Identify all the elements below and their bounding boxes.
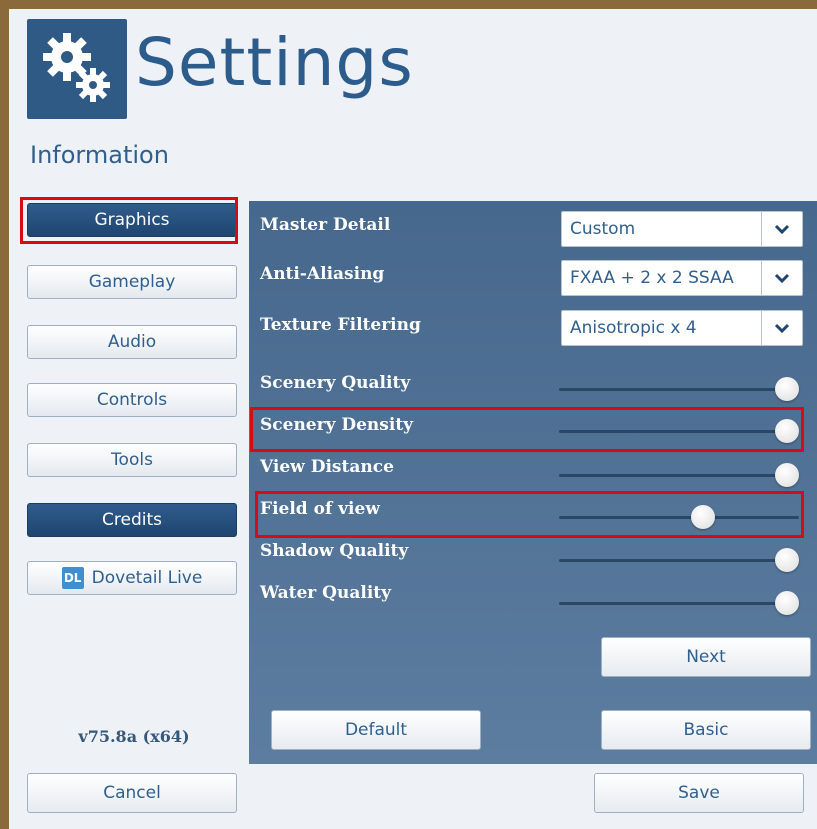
chevron-down-icon[interactable] — [761, 212, 802, 246]
sidebar-item-graphics[interactable]: Graphics — [27, 203, 237, 237]
field-of-view-slider[interactable] — [559, 505, 799, 529]
slider-track — [559, 430, 799, 433]
master-detail-select[interactable]: Custom — [561, 211, 803, 247]
sidebar-item-credits[interactable]: Credits — [27, 503, 237, 537]
page-title: Settings — [135, 24, 414, 101]
sidebar-item-label: Graphics — [94, 210, 170, 230]
texture-filtering-value: Anisotropic x 4 — [570, 318, 697, 338]
sidebar-item-controls[interactable]: Controls — [27, 383, 237, 417]
next-button[interactable]: Next — [601, 637, 811, 677]
cancel-button[interactable]: Cancel — [27, 773, 237, 813]
slider-thumb[interactable] — [775, 377, 799, 401]
slider-track — [559, 602, 799, 605]
sidebar-item-label: Tools — [111, 450, 153, 470]
anti-aliasing-value: FXAA + 2 x 2 SSAA — [570, 268, 734, 288]
basic-button[interactable]: Basic — [601, 710, 811, 750]
slider-thumb[interactable] — [775, 591, 799, 615]
water-quality-slider[interactable] — [559, 591, 799, 615]
sidebar-item-gameplay[interactable]: Gameplay — [27, 265, 237, 299]
sidebar-item-tools[interactable]: Tools — [27, 443, 237, 477]
dovetail-live-icon: DL — [61, 567, 84, 589]
slider-thumb[interactable] — [775, 419, 799, 443]
slider-track — [559, 474, 799, 477]
chevron-down-icon[interactable] — [761, 311, 802, 345]
sidebar-item-label: Audio — [107, 332, 157, 352]
default-button[interactable]: Default — [271, 710, 481, 750]
settings-window: Settings Information Graphics Gameplay A… — [9, 9, 817, 829]
texture-filtering-select[interactable]: Anisotropic x 4 — [561, 310, 803, 346]
texture-filtering-label: Texture Filtering — [260, 315, 421, 335]
section-subtitle: Information — [30, 141, 169, 169]
sidebar-item-label: Credits — [102, 510, 162, 530]
shadow-quality-slider[interactable] — [559, 548, 799, 572]
version-label: v75.8a (x64) — [78, 727, 190, 746]
graphics-options-panel: Master Detail Custom Anti-Aliasing FXAA … — [249, 201, 817, 764]
sidebar-item-audio[interactable]: Audio — [27, 325, 237, 359]
anti-aliasing-select[interactable]: FXAA + 2 x 2 SSAA — [561, 260, 803, 296]
chevron-down-icon[interactable] — [761, 261, 802, 295]
sidebar-item-label: Gameplay — [88, 272, 176, 292]
sidebar-item-label: Dovetail Live — [91, 568, 203, 588]
scenery-quality-label: Scenery Quality — [260, 373, 411, 393]
anti-aliasing-label: Anti-Aliasing — [260, 264, 385, 284]
master-detail-value: Custom — [570, 219, 636, 239]
scenery-quality-slider[interactable] — [559, 377, 799, 401]
slider-thumb[interactable] — [775, 548, 799, 572]
water-quality-label: Water Quality — [260, 583, 392, 603]
slider-track — [559, 516, 799, 519]
sidebar-item-dovetail-live[interactable]: DL Dovetail Live — [27, 561, 237, 595]
field-of-view-label: Field of view — [260, 499, 380, 519]
scenery-density-slider[interactable] — [559, 419, 799, 443]
slider-track — [559, 559, 799, 562]
scenery-density-label: Scenery Density — [260, 415, 414, 435]
view-distance-label: View Distance — [260, 457, 394, 477]
gears-icon — [27, 19, 127, 119]
slider-track — [559, 388, 799, 391]
sidebar-item-label: Controls — [96, 390, 168, 410]
slider-thumb[interactable] — [775, 463, 799, 487]
save-button[interactable]: Save — [594, 773, 804, 813]
view-distance-slider[interactable] — [559, 463, 799, 487]
shadow-quality-label: Shadow Quality — [260, 541, 409, 561]
master-detail-label: Master Detail — [260, 215, 391, 235]
slider-thumb[interactable] — [690, 505, 715, 529]
